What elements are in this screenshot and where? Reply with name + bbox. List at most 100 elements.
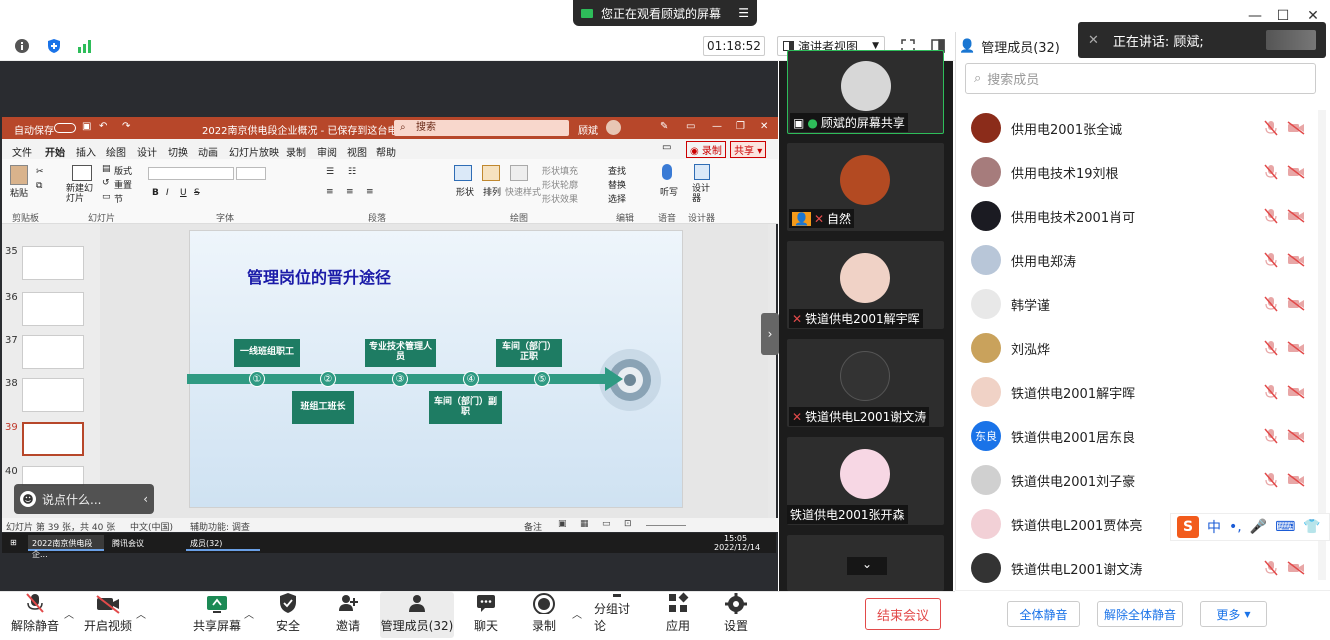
taskbar-meeting[interactable]: 腾讯会议 — [108, 535, 182, 551]
bullets-icon[interactable]: ☰ — [326, 167, 334, 177]
normal-view-icon[interactable]: ▣ — [558, 519, 567, 529]
quick-style-icon[interactable] — [510, 165, 528, 181]
layout-label[interactable]: 版式 — [114, 164, 132, 177]
breakout-button[interactable]: 分组讨论 — [594, 592, 640, 638]
mic-muted-icon[interactable] — [1263, 252, 1279, 268]
paste-label[interactable]: 粘贴 — [10, 186, 28, 199]
cut-icon[interactable]: ✂ — [36, 167, 44, 177]
emoji-icon[interactable]: ☻ — [20, 491, 36, 507]
member-row[interactable]: 供用电技术2001肖可 — [965, 198, 1325, 234]
mic-muted-icon[interactable] — [1263, 428, 1279, 444]
new-slide-icon[interactable] — [72, 165, 92, 181]
tab-help[interactable]: 帮助 — [376, 144, 396, 159]
signal-icon[interactable] — [74, 36, 94, 56]
camera-off-icon[interactable] — [1287, 428, 1305, 444]
camera-off-icon[interactable] — [1287, 208, 1305, 224]
camera-off-icon[interactable] — [1287, 472, 1305, 488]
ime-toolbar[interactable]: S 中 •, 🎤 ⌨ 👕 — [1170, 513, 1330, 541]
member-row[interactable]: 供用电2001张全诚 — [965, 110, 1325, 146]
mic-muted-icon[interactable] — [1263, 340, 1279, 356]
video-tile[interactable]: ⌄ — [787, 535, 944, 591]
taskbar-ppt[interactable]: 2022南京供电段企... — [28, 535, 104, 559]
pen-icon[interactable]: ✎ — [660, 121, 668, 132]
bold-icon[interactable]: B — [152, 188, 159, 198]
paste-icon[interactable] — [10, 165, 28, 185]
microphone-icon[interactable]: 🎤 — [1250, 519, 1267, 535]
accessibility[interactable]: 辅助功能: 调查 — [190, 520, 250, 533]
slide-thumbnail-selected[interactable] — [22, 422, 84, 456]
mic-muted-icon[interactable] — [1263, 472, 1279, 488]
tab-draw[interactable]: 绘图 — [106, 144, 126, 159]
member-scrollbar[interactable] — [1318, 110, 1326, 580]
chevron-up-icon[interactable]: ︿ — [572, 606, 582, 621]
section-label[interactable]: 节 — [114, 192, 123, 205]
ppt-close-button[interactable]: ✕ — [760, 121, 768, 132]
video-tile[interactable]: 👤 ✕ 自然 — [787, 143, 944, 231]
chat-button[interactable]: 聊天 — [466, 592, 506, 638]
chevron-up-icon[interactable]: ︿ — [244, 606, 254, 621]
microphone-icon[interactable] — [662, 164, 672, 180]
ppt-minimize-button[interactable]: — — [712, 121, 722, 132]
tab-slideshow[interactable]: 幻灯片放映 — [229, 144, 279, 159]
camera-off-icon[interactable] — [1287, 164, 1305, 180]
skin-icon[interactable]: 👕 — [1303, 519, 1320, 535]
shield-icon[interactable] — [44, 36, 64, 56]
member-row[interactable]: 刘泓烨 — [965, 330, 1325, 366]
chevron-down-icon[interactable]: ⌄ — [847, 557, 887, 575]
zoom-slider[interactable] — [646, 525, 686, 526]
slide-thumbnail[interactable] — [22, 378, 84, 412]
camera-off-icon[interactable] — [1287, 340, 1305, 356]
italic-icon[interactable]: I — [166, 188, 169, 198]
ppt-record-button[interactable]: ◉ 录制 — [686, 141, 726, 158]
unmute-all-button[interactable]: 解除全体静音 — [1097, 601, 1183, 627]
reading-view-icon[interactable]: ▭ — [602, 519, 611, 529]
member-row[interactable]: 供用电郑涛 — [965, 242, 1325, 278]
slide-thumbnail[interactable] — [22, 335, 84, 369]
designer-icon[interactable] — [694, 164, 710, 180]
shape-outline-label[interactable]: 形状轮廓 — [542, 178, 578, 191]
viewing-screen-banner[interactable]: 您正在观看顾斌的屏幕 ☰ — [573, 0, 757, 26]
reset-label[interactable]: 重置 — [114, 178, 132, 191]
quick-style-label[interactable]: 快速样式 — [505, 185, 541, 198]
copy-icon[interactable]: ⧉ — [36, 181, 42, 191]
font-name-select[interactable] — [148, 167, 234, 180]
ppt-scrollbar[interactable] — [768, 224, 776, 518]
dictate-label[interactable]: 听写 — [660, 185, 678, 198]
language[interactable]: 中文(中国) — [130, 520, 173, 533]
more-button[interactable]: 更多 ▼ — [1200, 601, 1267, 627]
layout-icon[interactable]: ▤ — [102, 164, 111, 174]
member-search[interactable]: ⌕ 搜索成员 — [965, 63, 1316, 94]
sorter-view-icon[interactable]: ▦ — [580, 519, 589, 529]
mic-muted-icon[interactable] — [1263, 296, 1279, 312]
reset-icon[interactable]: ↺ — [102, 178, 110, 188]
designer-label[interactable]: 设计器 — [692, 184, 716, 205]
mic-muted-icon[interactable] — [1263, 560, 1279, 576]
undo-icon[interactable]: ↶ — [99, 121, 107, 132]
align-right-icon[interactable]: ≡ — [366, 187, 374, 197]
windows-start-icon[interactable]: ⊞ — [10, 538, 17, 547]
chevron-up-icon[interactable]: ︿ — [64, 606, 74, 621]
start-video-button[interactable]: 开启视频 — [82, 592, 134, 638]
ppt-share-button[interactable]: 共享 ▾ — [730, 141, 767, 158]
underline-icon[interactable]: U — [180, 188, 187, 198]
tab-view[interactable]: 视图 — [347, 144, 367, 159]
member-row[interactable]: 铁道供电2001刘子豪 — [965, 462, 1325, 498]
tab-transitions[interactable]: 切换 — [168, 144, 188, 159]
video-tile[interactable]: ✕ 铁道供电L2001谢文涛 — [787, 339, 944, 427]
select-label[interactable]: 选择 — [608, 192, 626, 205]
tab-animations[interactable]: 动画 — [198, 144, 218, 159]
arrange-icon[interactable] — [482, 165, 500, 181]
camera-off-icon[interactable] — [1287, 296, 1305, 312]
redo-icon[interactable]: ↷ — [122, 121, 130, 132]
member-row[interactable]: 供用电技术19刘根 — [965, 154, 1325, 190]
video-tile[interactable]: ✕ 铁道供电2001解宇晖 — [787, 241, 944, 329]
tab-file[interactable]: 文件 — [12, 144, 32, 159]
end-meeting-button[interactable]: 结束会议 — [865, 598, 941, 630]
font-size-select[interactable] — [236, 167, 266, 180]
settings-button[interactable]: 设置 — [716, 592, 756, 638]
chat-quick-input[interactable]: ☻ 说点什么... ‹ — [14, 484, 154, 514]
slideshow-view-icon[interactable]: ⊡ — [624, 519, 632, 529]
slide-thumbnail[interactable] — [22, 246, 84, 280]
member-row[interactable]: 东良 铁道供电2001居东良 — [965, 418, 1325, 454]
menu-icon[interactable]: ☰ — [738, 6, 749, 20]
